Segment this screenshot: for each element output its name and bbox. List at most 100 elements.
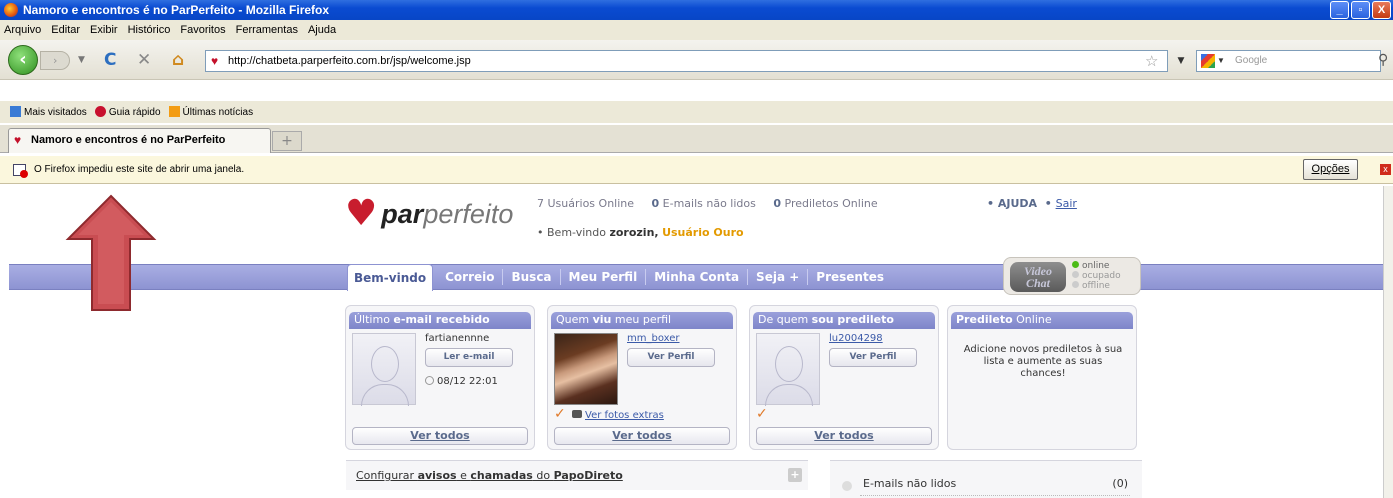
url-dropdown-icon[interactable]: ▼ (1172, 50, 1190, 72)
status-online[interactable]: online (1072, 261, 1109, 271)
card-header: Quem viu meu perfil (551, 312, 733, 329)
expand-plus-icon[interactable]: + (788, 468, 802, 482)
menu-bar: Arquivo Editar Exibir Histórico Favorito… (0, 20, 1393, 40)
home-icon[interactable]: ⌂ (172, 50, 184, 70)
site-nav-tabs: Bem-vindo Correio Busca Meu Perfil Minha… (347, 262, 892, 292)
search-engine-dropdown-icon[interactable]: ▼ (1217, 51, 1225, 71)
nav-tab-busca[interactable]: Busca (502, 269, 559, 285)
checkmark-icon: ✓ (756, 406, 768, 422)
view-profile-button[interactable]: Ver Perfil (627, 348, 715, 367)
avatar-placeholder[interactable] (352, 333, 416, 406)
email-date: 08/12 22:01 (425, 376, 498, 387)
nav-tab-meu-perfil[interactable]: Meu Perfil (559, 269, 646, 285)
unread-emails-row[interactable]: E-mails não lidos (0) (830, 460, 1142, 498)
guia-rapido-icon (94, 106, 106, 117)
nav-tab-seja-mais[interactable]: Seja + (747, 269, 807, 285)
forward-arrow-icon[interactable]: › (40, 51, 70, 70)
viewer-name[interactable]: mm_boxer (627, 333, 680, 344)
minimize-button[interactable]: _ (1330, 1, 1349, 19)
help-link[interactable]: AJUDA (998, 197, 1037, 210)
logo-rest: perfeito (423, 198, 514, 229)
restore-button[interactable]: ▫ (1351, 1, 1370, 19)
bookmark-ultimas-noticias[interactable]: Últimas notícias (168, 106, 253, 118)
video-chat-logo[interactable]: Video Chat (1010, 262, 1066, 292)
online-dot-icon (1072, 261, 1079, 268)
site-heart-icon: ♥ (211, 54, 219, 68)
menu-arquivo[interactable]: Arquivo (4, 24, 41, 36)
close-window-button[interactable]: X (1372, 1, 1391, 19)
vertical-scrollbar[interactable] (1383, 186, 1393, 498)
popup-blocked-notification: O Firefox impediu este site de abrir uma… (0, 156, 1393, 184)
nav-tab-presentes[interactable]: Presentes (807, 269, 892, 285)
membership-badge: Usuário Ouro (662, 226, 744, 239)
nav-tab-bem-vindo[interactable]: Bem-vindo (347, 263, 434, 291)
menu-editar[interactable]: Editar (51, 24, 80, 36)
menu-exibir[interactable]: Exibir (90, 24, 118, 36)
status-busy[interactable]: ocupado (1072, 271, 1121, 281)
status-dot-icon (842, 481, 852, 491)
google-icon[interactable] (1201, 54, 1215, 68)
window-title: Namoro e encontros é no ParPerfeito - Mo… (23, 3, 330, 17)
nav-tab-minha-conta[interactable]: Minha Conta (645, 269, 747, 285)
unread-emails-count: (0) (1112, 477, 1128, 490)
red-annotation-arrow-icon (65, 194, 157, 311)
video-chat-widget[interactable]: Video Chat online ocupado offline (1003, 257, 1141, 295)
close-notification-icon[interactable]: x (1380, 164, 1391, 175)
menu-ferramentas[interactable]: Ferramentas (236, 24, 298, 36)
username: zorozin, (609, 226, 659, 239)
bookmark-star-icon[interactable]: ☆ (1145, 52, 1158, 70)
notification-text: O Firefox impediu este site de abrir uma… (34, 164, 245, 175)
avatar-placeholder[interactable] (756, 333, 820, 406)
favorites-online-label[interactable]: Prediletos Online (785, 197, 878, 210)
tab-parperfeito[interactable]: ♥ Namoro e encontros é no ParPerfeito (8, 128, 271, 153)
new-tab-button[interactable]: + (272, 131, 302, 151)
menu-historico[interactable]: Histórico (128, 24, 171, 36)
see-all-emails-button[interactable]: Ver todos (352, 427, 528, 445)
extra-photos-link[interactable]: Ver fotos extras (572, 410, 664, 421)
read-email-button[interactable]: Ler e-mail (425, 348, 513, 367)
sender-name[interactable]: fartianennne (425, 333, 489, 344)
address-bar[interactable]: ♥ http://chatbeta.parperfeito.com.br/jsp… (205, 50, 1168, 72)
unread-emails-label: E-mails não lidos (863, 477, 957, 490)
search-magnifier-icon[interactable]: ⚲ (1378, 52, 1388, 68)
emails-unread-label[interactable]: E-mails não lidos (663, 197, 756, 210)
admirer-name[interactable]: lu2004298 (829, 333, 883, 344)
tab-title: Namoro e encontros é no ParPerfeito (31, 134, 226, 146)
parperfeito-logo[interactable]: ♥ parperfeito (345, 193, 514, 234)
users-online-count: 7 (537, 197, 544, 210)
search-box[interactable]: ▼ Google (1196, 50, 1381, 72)
viewer-photo[interactable] (554, 333, 618, 405)
busy-dot-icon (1072, 271, 1079, 278)
see-all-viewers-button[interactable]: Ver todos (554, 427, 730, 445)
nav-tab-correio[interactable]: Correio (437, 269, 502, 285)
tab-heart-icon: ♥ (14, 133, 22, 147)
card-header: De quem sou predileto (753, 312, 935, 329)
options-button[interactable]: Opções (1303, 159, 1358, 180)
checkmark-icon: ✓ (554, 406, 566, 422)
history-dropdown-icon[interactable]: ▼ (78, 55, 85, 65)
favorites-message: Adicione novos prediletos à sua lista e … (963, 344, 1123, 379)
logout-link[interactable]: Sair (1056, 197, 1077, 210)
bookmarks-bar: Mais visitados Guia rápido Últimas notíc… (0, 101, 1393, 123)
mais-visitados-icon (10, 106, 21, 117)
users-online-label[interactable]: Usuários Online (548, 197, 635, 210)
logo-heart-icon: ♥ (345, 193, 378, 234)
stop-icon[interactable]: ✕ (137, 50, 151, 70)
card-header: Último e-mail recebido (349, 312, 531, 329)
reload-icon[interactable]: C (104, 50, 116, 70)
view-profile-button[interactable]: Ver Perfil (829, 348, 917, 367)
see-all-admirers-button[interactable]: Ver todos (756, 427, 932, 445)
menu-favoritos[interactable]: Favoritos (180, 24, 225, 36)
emails-unread-count: 0 (651, 197, 660, 210)
offline-dot-icon (1072, 281, 1079, 288)
logo-bold: par (381, 198, 424, 229)
menu-ajuda[interactable]: Ajuda (308, 24, 336, 36)
card-favorite-of: De quem sou predileto lu2004298 Ver Perf… (749, 305, 939, 450)
status-offline[interactable]: offline (1072, 281, 1110, 291)
back-arrow-icon[interactable]: ‹ (8, 45, 38, 75)
search-placeholder: Google (1235, 55, 1268, 66)
config-papodireto[interactable]: Configurar avisos e chamadas do PapoDire… (346, 460, 808, 490)
bookmark-guia-rapido[interactable]: Guia rápido (94, 106, 161, 118)
bookmark-mais-visitados[interactable]: Mais visitados (10, 106, 87, 118)
clock-icon (425, 376, 434, 385)
